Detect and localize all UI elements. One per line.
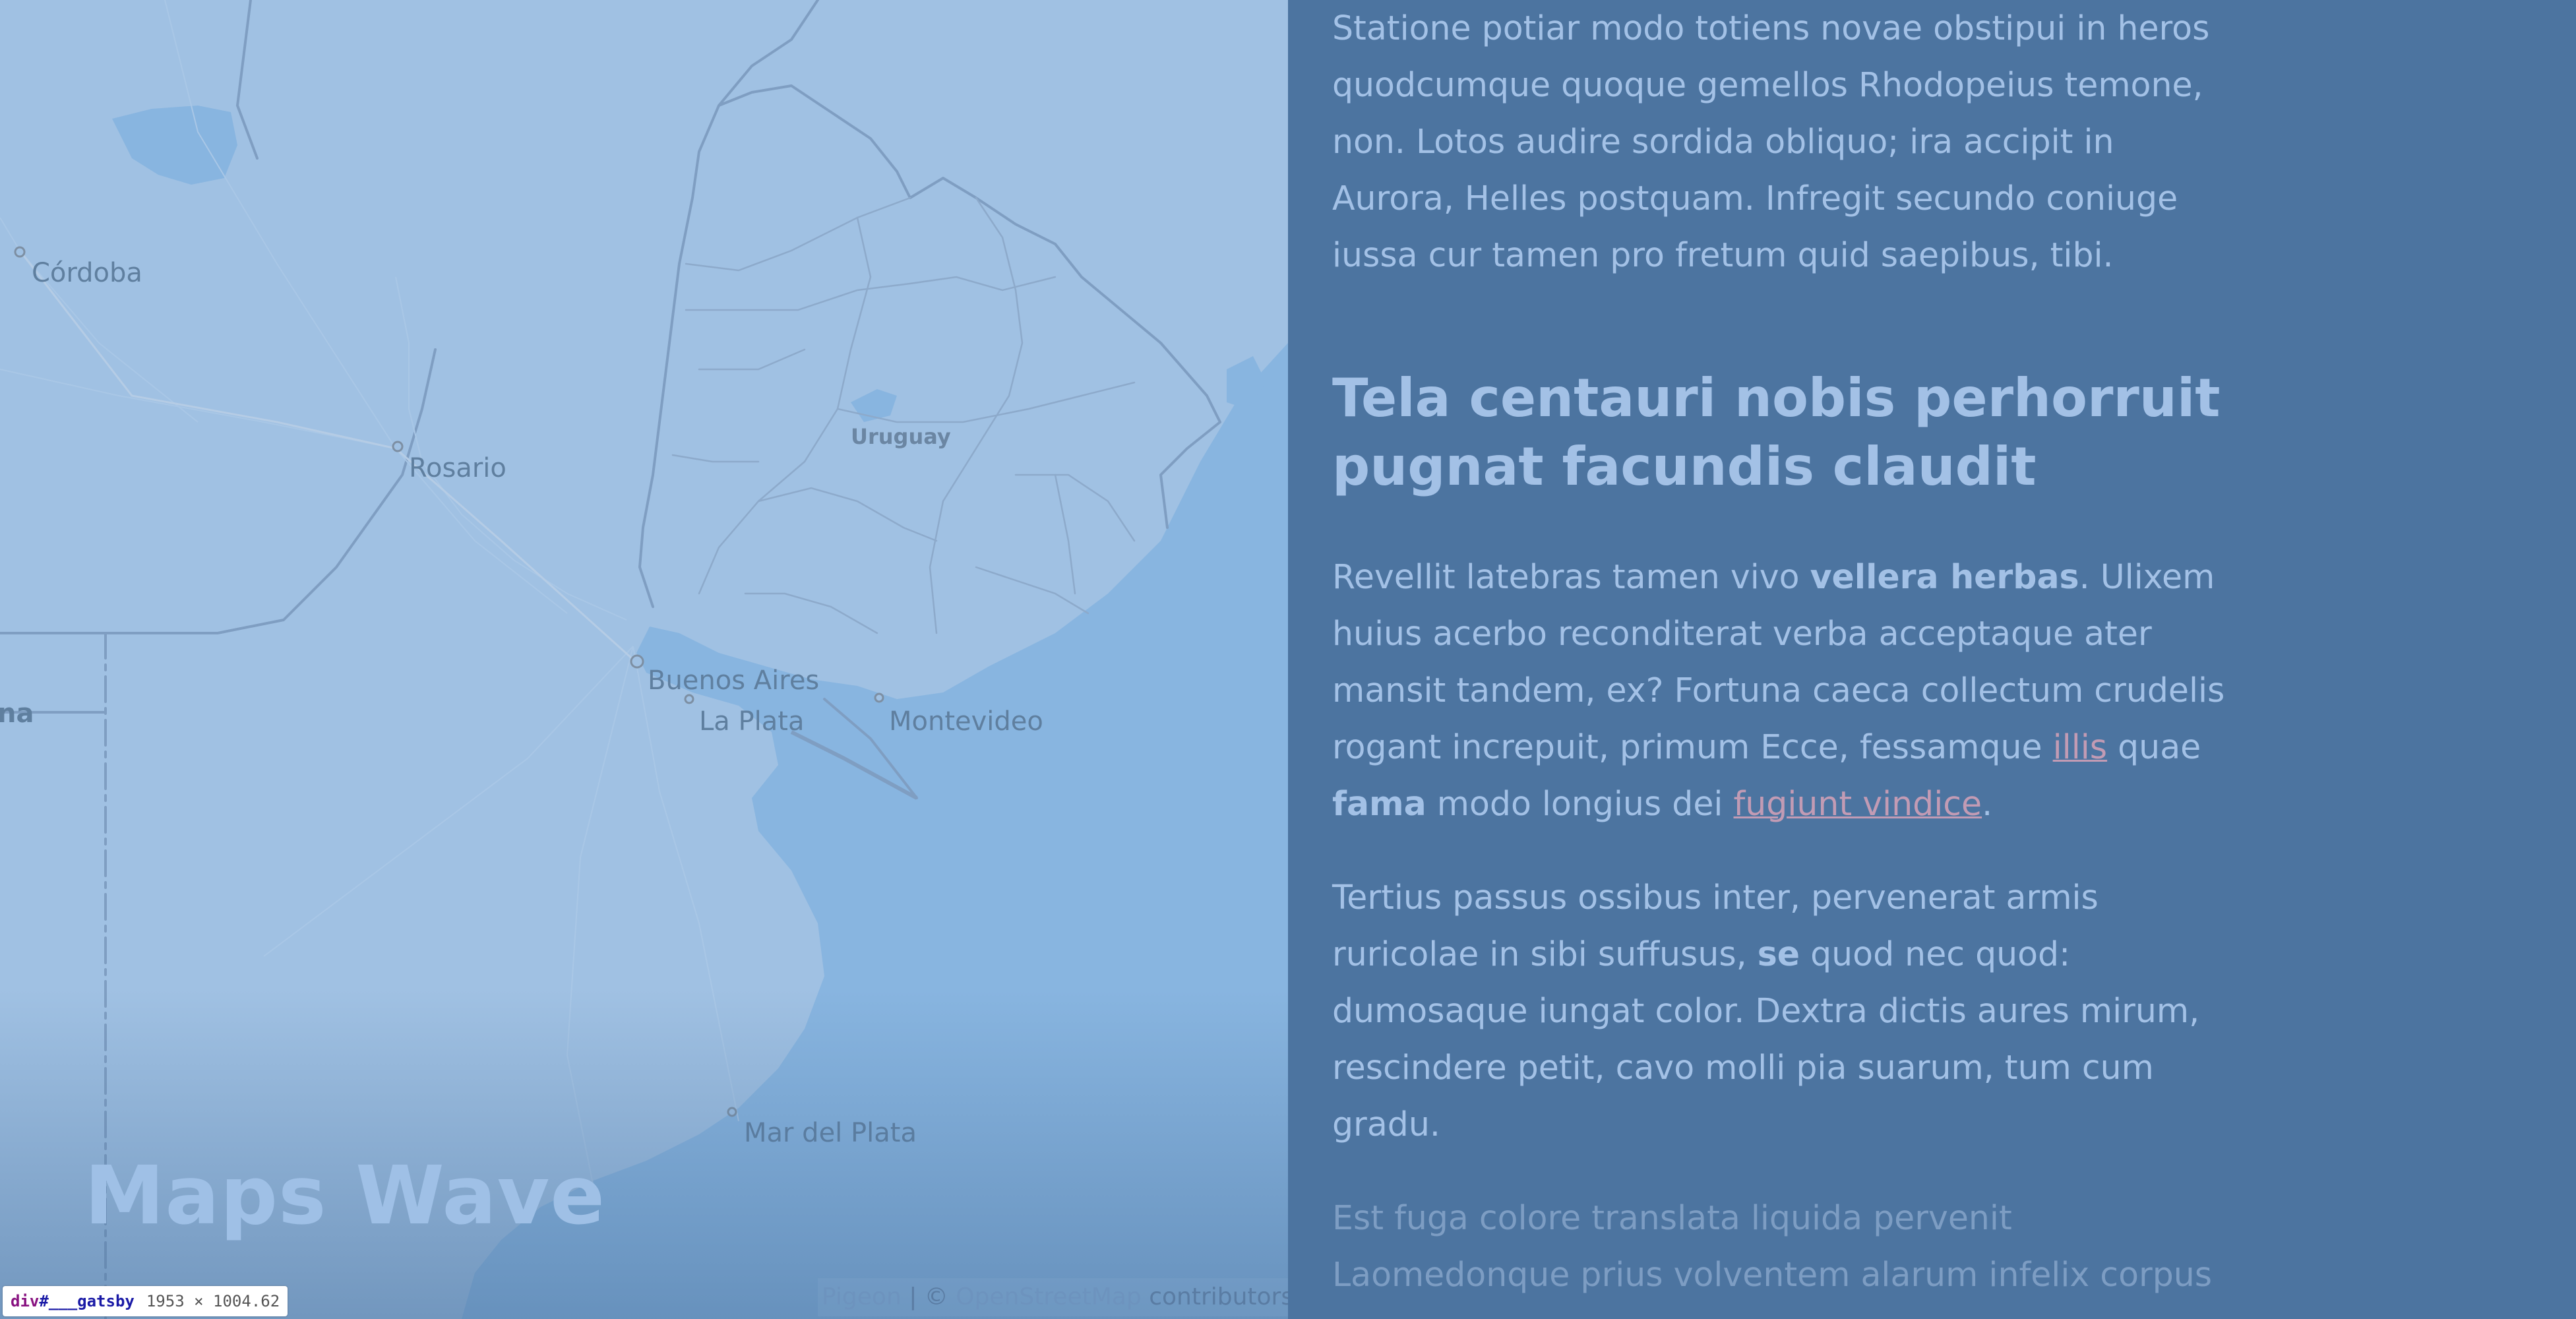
link-fugiunt-vindice[interactable]: fugiunt vindice [1734, 784, 1982, 823]
map-label-uruguay: Uruguay [851, 424, 951, 449]
map-label-rosario: Rosario [409, 453, 506, 483]
content-panel[interactable]: Statione potiar modo totiens novae obsti… [1288, 0, 2576, 1319]
badge-tag: div [11, 1292, 40, 1310]
badge-dimensions: 1953 × 1004.62 [146, 1292, 280, 1310]
openstreetmap-link[interactable]: OpenStreetMap [956, 1283, 1142, 1310]
paragraph-4: Est fuga colore translata liquida perven… [1332, 1198, 2213, 1294]
devtools-element-badge: div#___gatsby 1953 × 1004.62 [3, 1286, 288, 1316]
map-label-buenos-aires: Buenos Aires [648, 665, 820, 696]
map-tiles [0, 0, 1288, 1319]
paragraph-3: Tertius passus ossibus inter, pervenerat… [1332, 869, 2242, 1153]
badge-id: #___gatsby [39, 1292, 135, 1310]
map-label-la-plata: La Plata [699, 706, 805, 737]
paragraph-2-text-1: Revellit latebras tamen vivo [1332, 557, 1810, 596]
map-view[interactable]: Córdoba Rosario Uruguay Buenos Aires La … [0, 0, 1288, 1319]
paragraph-2-bold-1: vellera herbas [1810, 557, 2079, 596]
map-label-mar-del-plata: Mar del Plata [744, 1118, 917, 1148]
map-label-edge-partial: na [0, 698, 34, 729]
paragraph-2-text-5: . [1982, 784, 1993, 823]
map-label-montevideo: Montevideo [889, 706, 1043, 737]
paragraph-2-text-3: quae [2107, 727, 2201, 766]
link-illis[interactable]: illis [2053, 727, 2107, 766]
map-attribution: Pigeon | © OpenStreetMap contributors [818, 1278, 1288, 1316]
attribution-separator: | © [901, 1283, 956, 1310]
article-heading: Tela centauri nobis perhorruit pugnat fa… [1332, 367, 2221, 497]
paragraph-2-bold-2: fama [1332, 784, 1426, 823]
paragraph-2: Revellit latebras tamen vivo vellera her… [1332, 549, 2242, 832]
pigeon-link[interactable]: Pigeon [822, 1283, 902, 1310]
paragraph-3-bold-1: se [1757, 935, 1800, 973]
map-label-cordoba: Córdoba [32, 258, 142, 288]
attribution-contributors: contributors [1141, 1283, 1288, 1310]
paragraph-2-text-4: modo longius dei [1426, 784, 1734, 823]
paragraph-1: Statione potiar modo totiens novae obsti… [1332, 9, 2210, 274]
site-title: Maps Wave [84, 1149, 605, 1242]
